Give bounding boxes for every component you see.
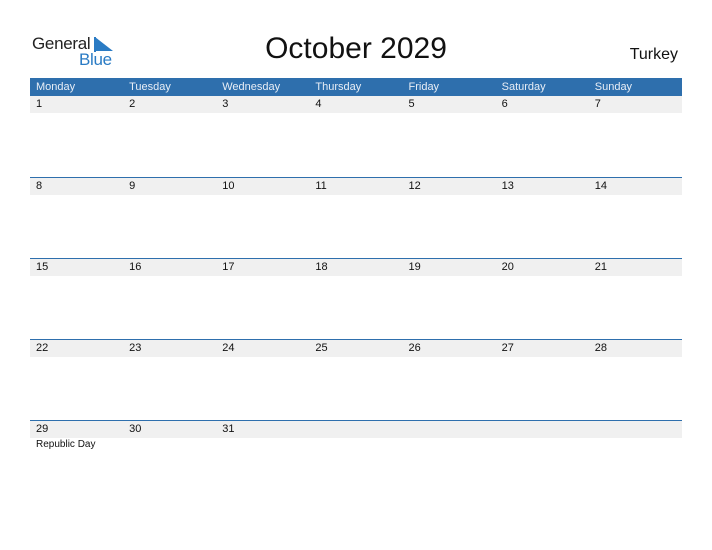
- holiday-label: [30, 357, 123, 358]
- holiday-label: [309, 276, 402, 277]
- holiday-label: [30, 113, 123, 114]
- day-number: [496, 421, 589, 438]
- holiday-label: [30, 276, 123, 277]
- day-number: 28: [594, 342, 607, 354]
- holiday-label: [589, 357, 682, 358]
- day-number: 27: [501, 342, 514, 354]
- holiday-label: [123, 113, 216, 114]
- holiday-label: [216, 276, 309, 277]
- day-number: [589, 421, 682, 438]
- day-number: 9: [129, 180, 136, 192]
- week-row: 29 30 31 Republic Day: [30, 420, 682, 501]
- week-row: 1 2 3 4 5 6 7: [30, 96, 682, 177]
- date-strip: 29 30 31: [30, 421, 682, 438]
- day-number: 1: [36, 98, 43, 110]
- day-number: 5: [408, 98, 415, 110]
- day-number: 12: [408, 180, 421, 192]
- holiday-label: [123, 357, 216, 358]
- holiday-label: [496, 357, 589, 358]
- day-number: 23: [129, 342, 142, 354]
- event-strip: [30, 357, 682, 358]
- weekday-friday: Friday: [408, 81, 440, 93]
- holiday-label: [496, 113, 589, 114]
- holiday-label: [216, 438, 309, 450]
- holiday-label: [403, 357, 496, 358]
- holiday-label: [30, 195, 123, 196]
- holiday-label: [309, 195, 402, 196]
- week-row: 8 9 10 11 12 13 14: [30, 177, 682, 258]
- day-number: 31: [222, 423, 235, 435]
- weekday-sunday: Sunday: [594, 81, 633, 93]
- holiday-label: [309, 438, 402, 450]
- holiday-label: [589, 195, 682, 196]
- event-strip: [30, 195, 682, 196]
- date-strip: 22 23 24 25 26 27 28: [30, 340, 682, 357]
- day-number: 20: [501, 261, 514, 273]
- holiday-label: [123, 195, 216, 196]
- holiday-label: [496, 276, 589, 277]
- day-number: [403, 421, 496, 438]
- day-number: 25: [315, 342, 328, 354]
- event-strip: [30, 113, 682, 114]
- date-strip: 15 16 17 18 19 20 21: [30, 259, 682, 276]
- holiday-label: [496, 438, 589, 450]
- event-strip: Republic Day: [30, 438, 682, 450]
- holiday-label: [403, 276, 496, 277]
- day-number: 3: [222, 98, 229, 110]
- day-number: 16: [129, 261, 142, 273]
- weekday-wednesday: Wednesday: [222, 81, 281, 93]
- day-number: 10: [222, 180, 235, 192]
- day-number: 29: [36, 423, 49, 435]
- holiday-label: [496, 195, 589, 196]
- event-strip: [30, 276, 682, 277]
- day-number: 6: [501, 98, 508, 110]
- weekday-monday: Monday: [36, 81, 76, 93]
- day-number: 19: [408, 261, 421, 273]
- holiday-label: [403, 195, 496, 196]
- weekday-header: Monday Tuesday Wednesday Thursday Friday…: [30, 78, 682, 96]
- weekday-tuesday: Tuesday: [129, 81, 171, 93]
- day-number: 7: [594, 98, 601, 110]
- day-number: 26: [408, 342, 421, 354]
- day-number: 13: [501, 180, 514, 192]
- holiday-label: [216, 357, 309, 358]
- holiday-label: [123, 276, 216, 277]
- country-label: Turkey: [629, 46, 678, 63]
- day-number: [309, 421, 402, 438]
- holiday-label: [309, 113, 402, 114]
- week-row: 15 16 17 18 19 20 21: [30, 258, 682, 339]
- weekday-saturday: Saturday: [501, 81, 546, 93]
- holiday-label: [403, 438, 496, 450]
- holiday-label: [403, 113, 496, 114]
- day-number: 4: [315, 98, 322, 110]
- day-number: 8: [36, 180, 43, 192]
- holiday-label: [309, 357, 402, 358]
- day-number: 21: [594, 261, 607, 273]
- day-number: 11: [315, 180, 327, 192]
- holiday-label: Republic Day: [36, 439, 96, 450]
- holiday-label: [589, 276, 682, 277]
- date-strip: 8 9 10 11 12 13 14: [30, 178, 682, 195]
- holiday-label: [123, 438, 216, 450]
- day-number: 22: [36, 342, 49, 354]
- day-number: 2: [129, 98, 136, 110]
- holiday-label: [589, 438, 682, 450]
- day-number: 15: [36, 261, 49, 273]
- calendar-grid: Monday Tuesday Wednesday Thursday Friday…: [30, 78, 682, 501]
- day-number: 18: [315, 261, 328, 273]
- calendar-title: October 2029: [265, 32, 447, 65]
- day-number: 30: [129, 423, 142, 435]
- date-strip: 1 2 3 4 5 6 7: [30, 96, 682, 113]
- week-row: 22 23 24 25 26 27 28: [30, 339, 682, 420]
- day-number: 24: [222, 342, 235, 354]
- holiday-label: [216, 113, 309, 114]
- day-number: 14: [594, 180, 607, 192]
- weekday-thursday: Thursday: [315, 81, 362, 93]
- holiday-label: [589, 113, 682, 114]
- day-number: 17: [222, 261, 235, 273]
- holiday-label: [216, 195, 309, 196]
